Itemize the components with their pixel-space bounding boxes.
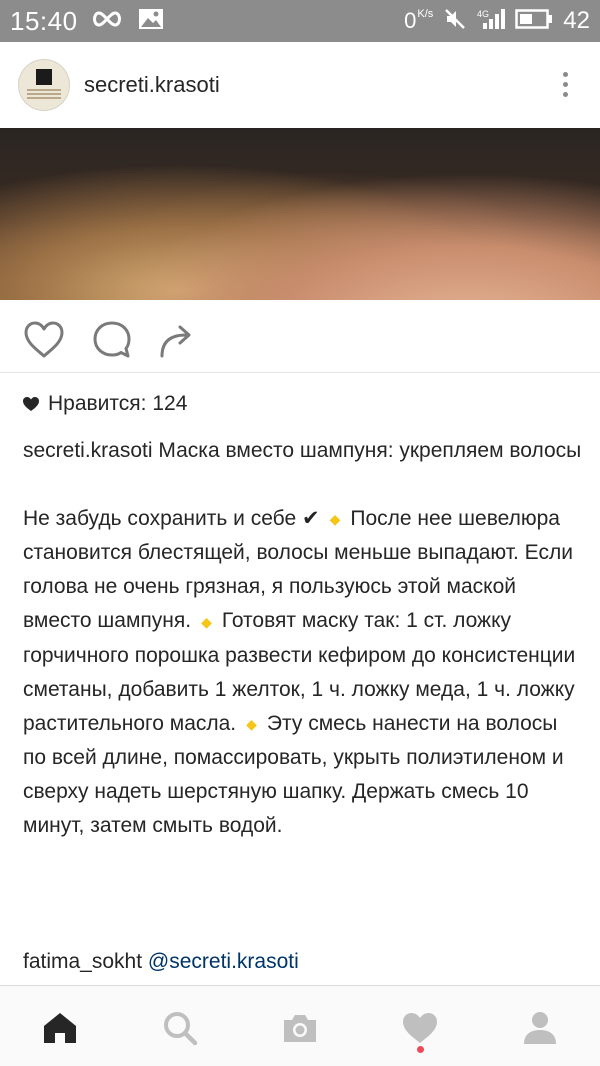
notification-dot [417,1046,424,1053]
comment-bubble-icon[interactable] [90,318,134,362]
bottom-navigation [0,985,600,1066]
image-icon [138,8,164,35]
mute-icon [443,7,467,36]
diamond-icon: ◆ [246,716,257,733]
share-arrow-icon[interactable] [156,318,200,362]
likes-text: Нравится: 124 [48,392,188,415]
post-header: secreti.krasoti [0,42,600,128]
comment-mention[interactable]: @secreti.krasoti [148,950,299,973]
battery-percent: 42 [563,7,590,34]
diamond-icon: ◆ [201,613,212,630]
infinity-icon [90,9,124,34]
caption-text-1: Не забудь сохранить и себе ✔ [23,507,320,530]
avatar[interactable] [18,59,70,111]
more-options-icon[interactable] [560,72,570,102]
camera-icon[interactable] [280,1008,320,1048]
heart-icon[interactable] [400,1008,440,1048]
heart-outline-icon[interactable] [22,318,66,362]
likes-count[interactable]: Нравится: 124 [22,392,187,416]
comment-username[interactable]: fatima_sokht [23,950,142,973]
network-speed: 0 K/s [404,8,434,33]
svg-text:4G: 4G [477,9,489,19]
diamond-icon: ◆ [329,511,341,528]
post-username[interactable]: secreti.krasoti [84,72,220,98]
status-time: 15:40 [10,5,78,36]
status-bar: 15:40 0 K/s 4G 42 [0,0,600,42]
battery-icon [515,8,553,35]
post-caption: secreti.krasoti Маска вместо шампуня: ук… [23,434,583,843]
caption-title: Маска вместо шампуня: укрепляем волосы [158,439,582,462]
home-icon[interactable] [40,1008,80,1048]
signal-icon: 4G [477,7,506,36]
post-image[interactable] [0,128,600,300]
profile-icon[interactable] [520,1008,560,1048]
search-icon[interactable] [160,1008,200,1048]
post-actions [0,300,600,373]
caption-username[interactable]: secreti.krasoti [23,439,153,462]
comment-row: fatima_sokht @secreti.krasoti [23,945,299,979]
heart-filled-icon [23,397,39,411]
